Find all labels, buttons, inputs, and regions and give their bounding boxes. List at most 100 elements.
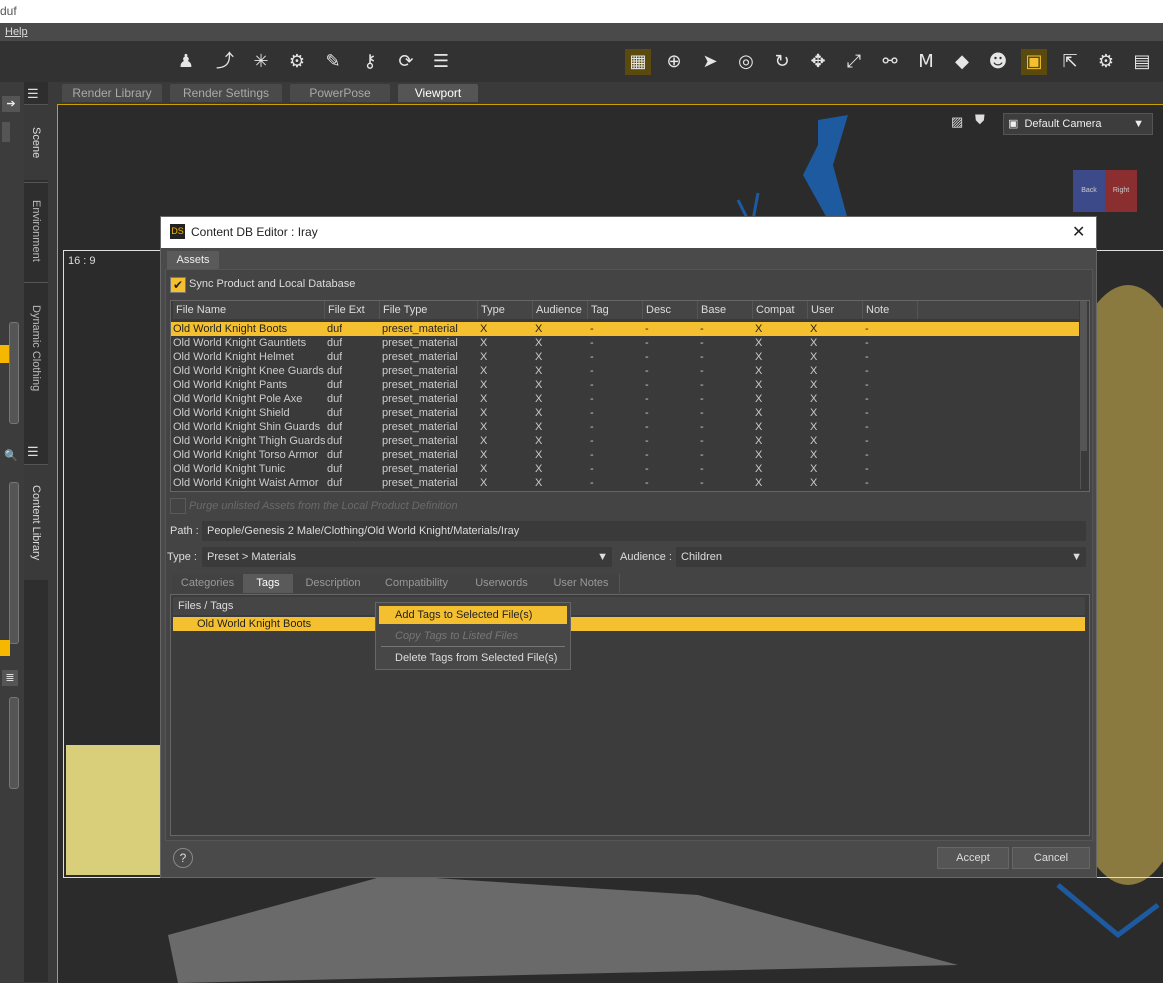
table-row[interactable]: Old World Knight Tunic duf preset_material… [171, 462, 1079, 476]
table-cell: Old World Knight Pants [173, 379, 288, 391]
table-cell: X [535, 449, 543, 461]
table-cell: duf [327, 337, 343, 349]
tab-assets[interactable]: Assets [167, 251, 219, 269]
figure-add-icon[interactable]: ♟ [173, 49, 199, 75]
pane-menu-icon[interactable]: ☰ [27, 86, 39, 102]
col-compat[interactable]: Compat [753, 301, 808, 319]
pane-handle[interactable] [2, 122, 10, 142]
table-row[interactable]: Old World Knight Torso Armor duf preset_ma… [171, 448, 1079, 462]
menu-item-add-tags[interactable]: Add Tags to Selected File(s) [379, 606, 567, 624]
col-base[interactable]: Base [698, 301, 753, 319]
bone-tool-icon[interactable]: ⤴ [212, 49, 238, 75]
scrollbar-3[interactable] [9, 697, 19, 789]
camera-menu-icon[interactable]: ⛊ [975, 112, 995, 130]
universal-tool-icon[interactable]: ⊕ [661, 49, 687, 75]
table-row[interactable]: Old World Knight Shin Guards duf preset_ma… [171, 420, 1079, 434]
col-audience[interactable]: Audience [533, 301, 588, 319]
table-row[interactable]: Old World Knight Shield duf preset_materia… [171, 406, 1079, 420]
joint-editor-icon[interactable]: ⚷ [357, 49, 383, 75]
tab-userwords[interactable]: Userwords [460, 574, 544, 593]
view-cube[interactable]: Back Right [1073, 170, 1137, 212]
col-tag[interactable]: Tag [588, 301, 643, 319]
col-file-name[interactable]: File Name [173, 301, 325, 319]
tab-tags[interactable]: Tags [243, 574, 294, 593]
tab-viewport[interactable]: Viewport [398, 84, 478, 102]
table-row[interactable]: Old World Knight Pants duf preset_material… [171, 378, 1079, 392]
pin-tool-icon[interactable]: ✎ [320, 49, 346, 75]
tool-settings-icon[interactable]: ⚙ [1093, 49, 1119, 75]
target-rotate-icon[interactable]: ⟳ [393, 49, 419, 75]
light-sparkle-icon[interactable]: ✳ [248, 49, 274, 75]
geometry-editor-icon[interactable]: M [913, 49, 939, 75]
table-cell: preset_material [382, 323, 458, 335]
table-row[interactable]: Old World Knight Thigh Guards duf preset_m… [171, 434, 1079, 448]
gear-light-icon[interactable]: ⚙ [284, 49, 310, 75]
select-tool-icon[interactable]: ➤ [697, 49, 723, 75]
col-note[interactable]: Note [863, 301, 918, 319]
table-row[interactable]: Old World Knight Knee Guards duf preset_ma… [171, 364, 1079, 378]
sync-checkbox[interactable]: ✔ [170, 277, 186, 293]
help-icon[interactable]: ? [173, 848, 193, 868]
tab-environment[interactable]: Environment [24, 182, 48, 278]
viewport-options-icon[interactable]: ▨ [951, 114, 967, 130]
pane-menu-icon-2[interactable]: ☰ [27, 444, 39, 460]
cancel-button[interactable]: Cancel [1012, 847, 1090, 869]
tab-user-notes[interactable]: User Notes [543, 574, 620, 593]
list-view-icon[interactable]: ≣ [2, 670, 18, 686]
scrollbar[interactable] [9, 322, 19, 424]
search-icon[interactable]: 🔍 [2, 449, 20, 465]
table-row[interactable]: Old World Knight Waist Armor duf preset_ma… [171, 476, 1079, 490]
tab-dynamic-clothing[interactable]: Dynamic Clothing [24, 282, 48, 413]
node-select-icon[interactable]: ⇱ [1057, 49, 1083, 75]
path-field[interactable]: People/Genesis 2 Male/Clothing/Old World… [202, 521, 1086, 541]
type-select[interactable]: Preset > Materials ▼ [202, 547, 612, 567]
col-type[interactable]: Type [478, 301, 533, 319]
scrollbar-content[interactable] [9, 482, 19, 644]
col-file-type[interactable]: File Type [380, 301, 478, 319]
accept-button[interactable]: Accept [937, 847, 1009, 869]
table-row[interactable]: Old World Knight Helmet duf preset_materia… [171, 350, 1079, 364]
purge-checkbox [170, 498, 186, 514]
scale-icon[interactable]: ⤢ [841, 49, 867, 75]
tab-categories[interactable]: Categories [172, 574, 244, 593]
grid-snap-icon[interactable]: ▦ [625, 49, 651, 75]
table-cell: - [865, 449, 869, 461]
table-cell: - [865, 365, 869, 377]
table-row[interactable]: Old World Knight Boots duf preset_material… [171, 322, 1079, 336]
table-row[interactable]: Old World Knight Pole Axe duf preset_mater… [171, 392, 1079, 406]
region-navigator-icon[interactable]: ◆ [949, 49, 975, 75]
col-file-ext[interactable]: File Ext [325, 301, 380, 319]
tab-description[interactable]: Description [293, 574, 374, 593]
table-cell: X [755, 323, 763, 335]
tab-content-library[interactable]: Content Library [24, 464, 48, 580]
node-rotate-icon[interactable]: ◎ [733, 49, 759, 75]
col-desc[interactable]: Desc [643, 301, 698, 319]
tab-scene[interactable]: Scene [24, 104, 48, 180]
table-cell: - [590, 449, 594, 461]
align-icon[interactable]: ☰ [428, 49, 454, 75]
menu-help[interactable]: Help [5, 26, 28, 38]
table-scrollbar[interactable] [1080, 301, 1088, 489]
rotate-icon[interactable]: ↻ [769, 49, 795, 75]
tab-render-settings[interactable]: Render Settings [170, 84, 282, 102]
tab-powerpose[interactable]: PowerPose [290, 84, 390, 102]
table-row[interactable]: Old World Knight Gauntlets duf preset_mate… [171, 336, 1079, 350]
camera-tool-icon[interactable]: ▣ [1021, 49, 1047, 75]
audience-select[interactable]: Children ▼ [676, 547, 1086, 567]
menu-item-delete-tags[interactable]: Delete Tags from Selected File(s) [379, 649, 567, 667]
render-icon[interactable]: ▤ [1129, 49, 1155, 75]
bone-select-icon[interactable]: ⚯ [877, 49, 903, 75]
files-tags-item[interactable]: Old World Knight Boots [173, 617, 1085, 631]
close-icon[interactable]: ✕ [1072, 222, 1085, 242]
table-cell: duf [327, 379, 343, 391]
surface-select-icon[interactable]: ☻ [985, 49, 1011, 75]
table-scroll-thumb[interactable] [1081, 301, 1087, 451]
tab-render-library[interactable]: Render Library [62, 84, 162, 102]
camera-select[interactable]: ▣ Default Camera ▼ [1003, 113, 1153, 135]
translate-icon[interactable]: ✥ [805, 49, 831, 75]
col-user[interactable]: User [808, 301, 863, 319]
tab-compatibility[interactable]: Compatibility [373, 574, 461, 593]
table-cell: X [755, 393, 763, 405]
pane-arrow-icon[interactable]: ➔ [2, 96, 20, 112]
table-cell: duf [327, 407, 343, 419]
